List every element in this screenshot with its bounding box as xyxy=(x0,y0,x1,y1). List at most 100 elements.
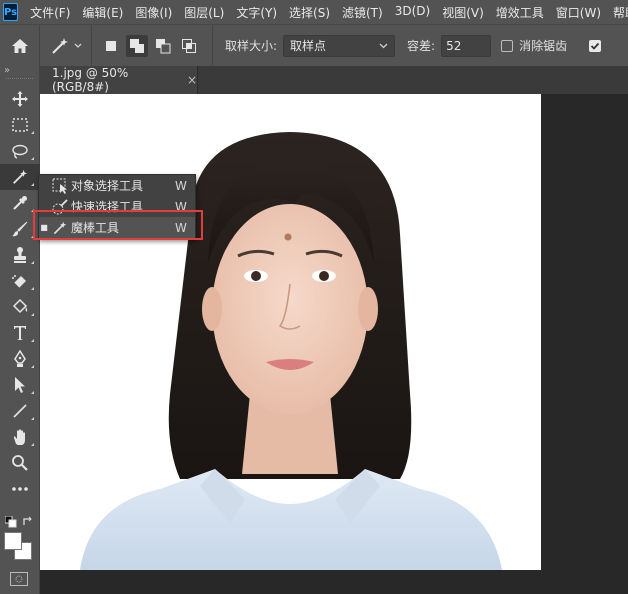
submenu-corner xyxy=(31,443,34,446)
menu-bar: Ps 文件(F) 编辑(E) 图像(I) 图层(L) 文字(Y) 选择(S) 滤… xyxy=(0,0,628,24)
rectangular-marquee-icon xyxy=(12,118,28,132)
antialias-label: 消除锯齿 xyxy=(519,39,568,53)
paint-bucket-icon xyxy=(12,298,28,314)
foreground-color[interactable] xyxy=(4,532,22,550)
eraser-tool[interactable] xyxy=(0,268,40,294)
submenu-corner xyxy=(31,287,34,290)
workspace xyxy=(40,94,628,594)
zoom-icon xyxy=(12,455,28,471)
menu-filter[interactable]: 滤镜(T) xyxy=(342,4,383,21)
menu-file[interactable]: 文件(F) xyxy=(30,4,70,21)
tolerance-label: 容差: xyxy=(407,39,436,53)
more-tools[interactable] xyxy=(0,476,40,502)
pen-icon xyxy=(14,350,26,367)
marquee-tool[interactable] xyxy=(0,112,40,138)
close-tab-button[interactable]: × xyxy=(187,73,197,87)
type-icon xyxy=(14,326,26,340)
antialias-checkbox[interactable] xyxy=(501,39,514,52)
document-tabs: 1.jpg @ 50%(RGB/8#) × xyxy=(40,66,628,94)
canvas[interactable] xyxy=(40,94,541,570)
sample-size-value: 取样点 xyxy=(290,39,327,53)
add-to-selection-button[interactable] xyxy=(126,34,148,57)
menu-view[interactable]: 视图(V) xyxy=(442,4,484,21)
lasso-icon xyxy=(12,144,28,159)
magic-wand-icon xyxy=(51,37,68,54)
lasso-tool[interactable] xyxy=(0,138,40,164)
object-selection-tool-item[interactable]: 对象选择工具 W xyxy=(39,175,195,196)
menu-image[interactable]: 图像(I) xyxy=(135,4,172,21)
magic-wand-icon xyxy=(13,169,28,184)
line-tool[interactable] xyxy=(0,398,40,424)
eraser-icon xyxy=(12,275,26,289)
submenu-corner xyxy=(31,183,34,186)
hand-icon xyxy=(13,429,25,445)
tools-panel: » xyxy=(0,66,40,594)
menu-layer[interactable]: 图层(L) xyxy=(184,4,224,21)
flyout-item-shortcut: W xyxy=(175,178,187,193)
menu-type[interactable]: 文字(Y) xyxy=(236,4,277,21)
menu-3d[interactable]: 3D(D) xyxy=(395,4,430,21)
quick-mask-button[interactable] xyxy=(10,572,28,586)
submenu-corner xyxy=(31,365,34,368)
chevron-down-icon xyxy=(74,43,81,48)
quick-mask-icon xyxy=(15,575,23,583)
paint-bucket-tool[interactable] xyxy=(0,294,40,320)
object-selection-icon xyxy=(49,178,71,194)
home-button[interactable] xyxy=(0,24,40,67)
pen-tool[interactable] xyxy=(0,346,40,372)
subtract-selection-button[interactable] xyxy=(152,35,174,57)
magic-wand-tool[interactable] xyxy=(0,164,40,190)
menu-select[interactable]: 选择(S) xyxy=(289,4,330,21)
hand-tool[interactable] xyxy=(0,424,40,450)
default-colors-icon[interactable] xyxy=(5,516,17,528)
menu-edit[interactable]: 编辑(E) xyxy=(82,4,123,21)
collapse-toggle[interactable]: » xyxy=(0,66,39,78)
arrow-cursor-icon xyxy=(15,377,25,393)
color-swatches xyxy=(0,512,40,592)
sample-size-select[interactable]: 取样点 xyxy=(283,34,396,57)
home-icon xyxy=(11,38,28,53)
clone-stamp-tool[interactable] xyxy=(0,242,40,268)
eyedropper-icon xyxy=(13,196,27,210)
submenu-corner xyxy=(31,157,34,160)
document-tab-title: 1.jpg @ 50%(RGB/8#) xyxy=(52,66,129,94)
tool-preset-picker[interactable] xyxy=(40,24,92,67)
contiguous-checkbox[interactable] xyxy=(589,39,602,52)
submenu-corner xyxy=(31,131,34,134)
main-menu: 文件(F) 编辑(E) 图像(I) 图层(L) 文字(Y) 选择(S) 滤镜(T… xyxy=(30,4,628,21)
path-selection-tool[interactable] xyxy=(0,372,40,398)
flyout-item-label: 对象选择工具 xyxy=(71,179,144,193)
move-tool[interactable] xyxy=(0,86,40,112)
document-tab[interactable]: 1.jpg @ 50%(RGB/8#) × xyxy=(40,66,198,94)
move-icon xyxy=(12,91,28,107)
type-tool[interactable] xyxy=(0,320,40,346)
menu-window[interactable]: 窗口(W) xyxy=(556,4,601,21)
line-icon xyxy=(13,404,27,418)
sample-size-label: 取样大小: xyxy=(225,39,278,53)
submenu-corner xyxy=(31,261,34,264)
swap-colors-icon[interactable] xyxy=(22,516,34,528)
brush-icon xyxy=(12,221,28,237)
selection-modes xyxy=(92,24,213,67)
app-logo: Ps xyxy=(3,3,19,21)
zoom-tool[interactable] xyxy=(0,450,40,476)
submenu-corner xyxy=(31,339,34,342)
more-dots-icon xyxy=(12,487,28,491)
new-selection-button[interactable] xyxy=(100,35,122,57)
chevron-down-icon xyxy=(379,43,388,48)
menu-plugins[interactable]: 增效工具 xyxy=(496,4,544,21)
intersect-selection-button[interactable] xyxy=(178,35,200,57)
annotation-highlight xyxy=(33,210,203,240)
intersect-selection-icon xyxy=(182,38,196,53)
submenu-corner xyxy=(31,417,34,420)
add-selection-icon xyxy=(130,38,144,53)
submenu-corner xyxy=(31,313,34,316)
menu-help[interactable]: 帮助(H) xyxy=(613,4,628,21)
panel-grip[interactable] xyxy=(6,78,33,82)
portrait-photo xyxy=(40,94,541,570)
stamp-icon xyxy=(14,247,26,263)
tolerance-input[interactable] xyxy=(441,34,492,57)
subtract-selection-icon xyxy=(156,38,171,53)
checkmark-icon xyxy=(590,42,600,50)
new-selection-icon xyxy=(106,40,116,51)
